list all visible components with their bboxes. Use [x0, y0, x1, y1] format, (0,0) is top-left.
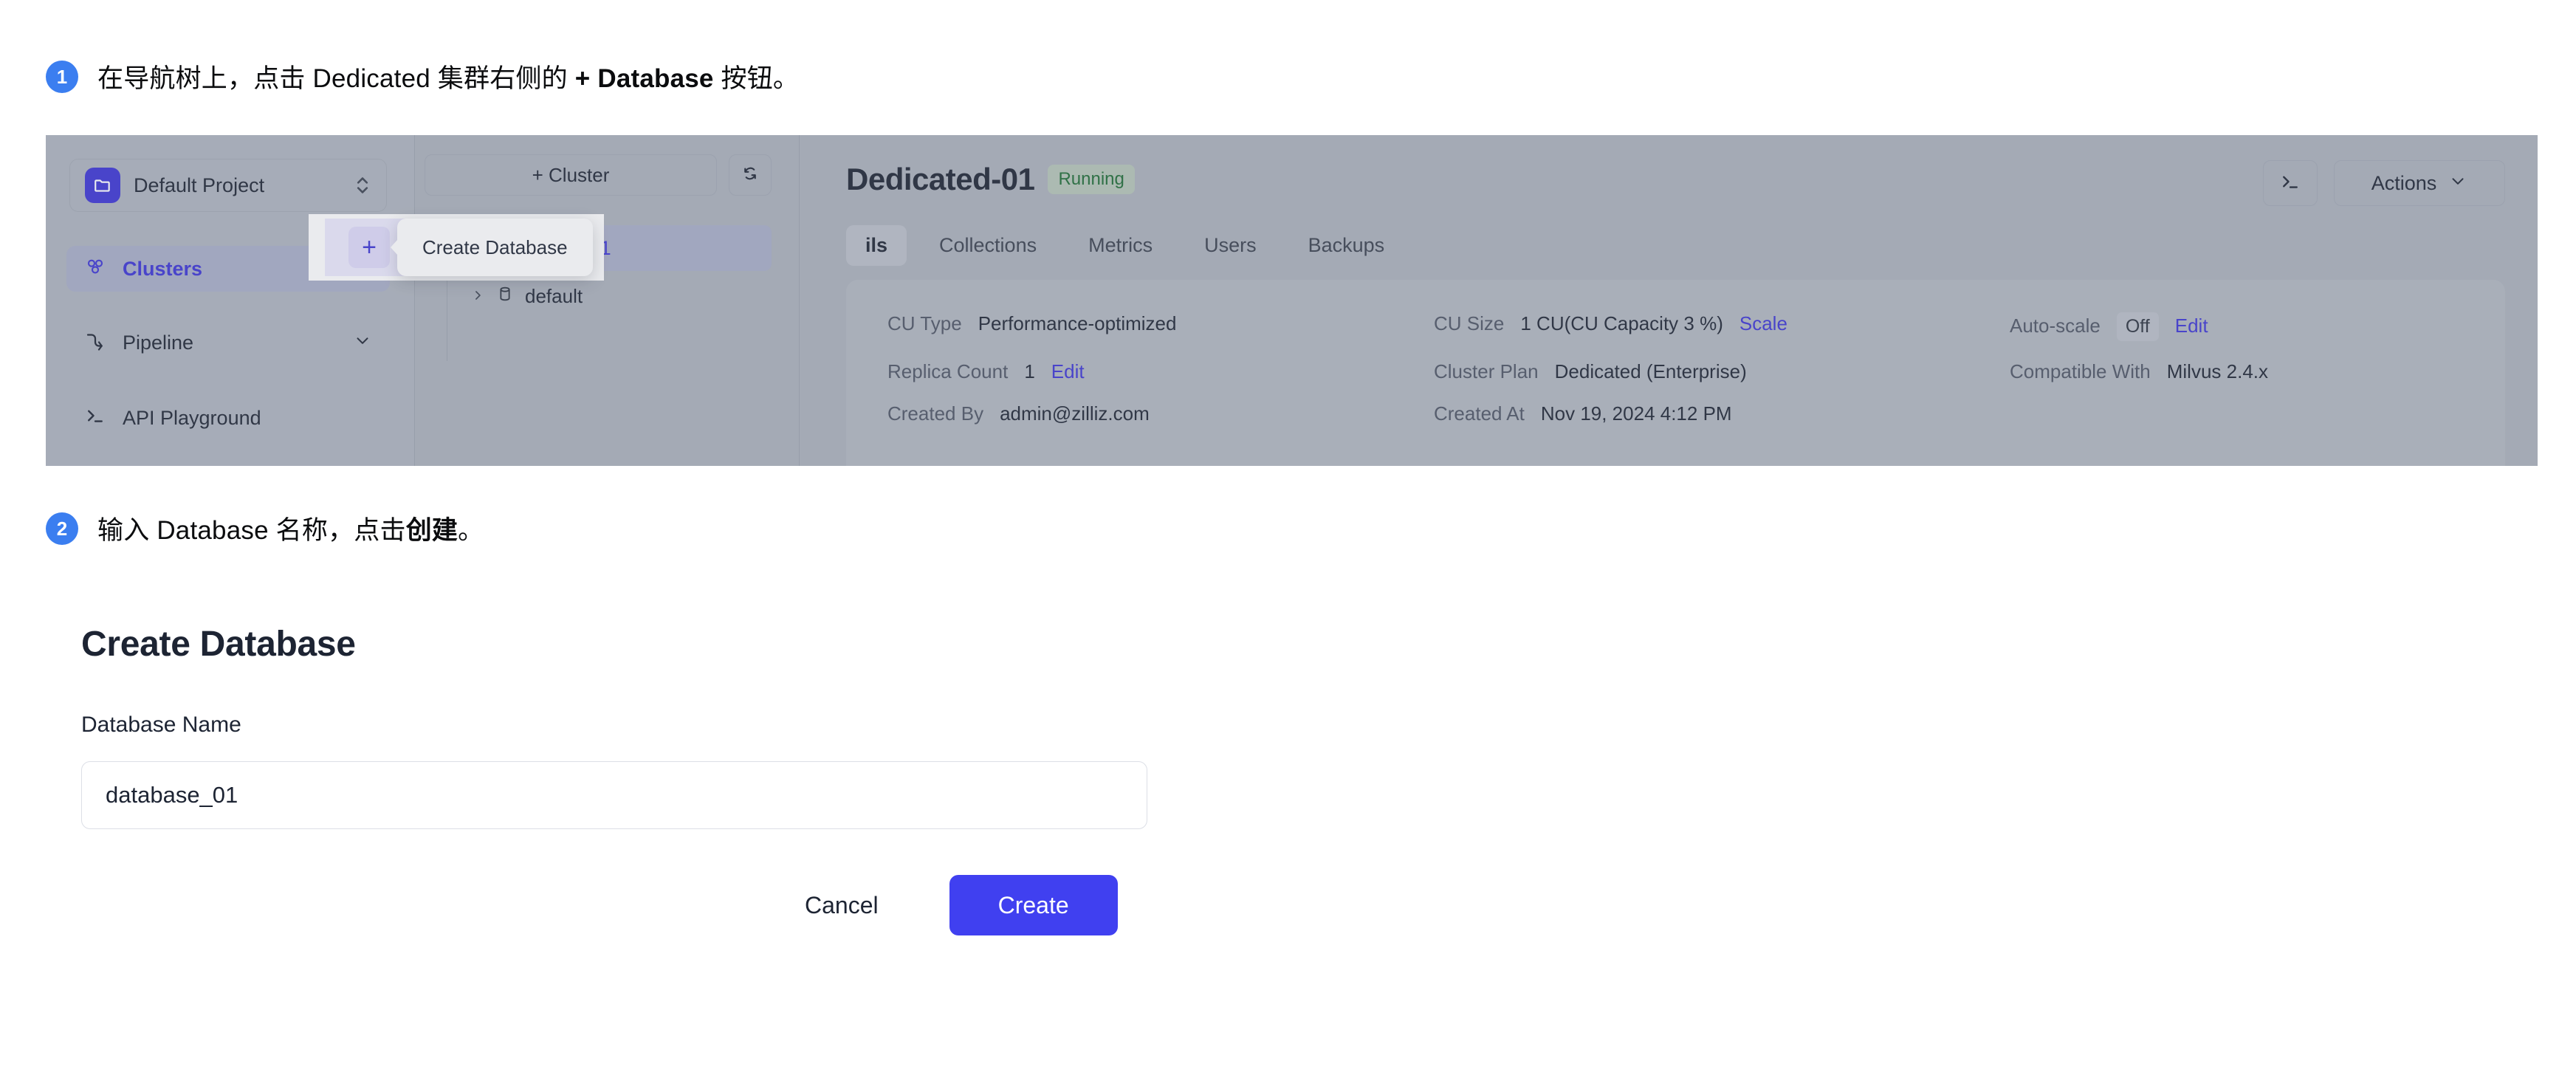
scale-link[interactable]: Scale: [1739, 312, 1787, 335]
cluster-title-row: Dedicated-01 Running: [846, 162, 1135, 197]
detail-value: 1: [1024, 360, 1035, 382]
step-1-text-after: 按钮。: [713, 64, 800, 93]
sidebar-item-label: API Playground: [123, 406, 261, 429]
sidebar-item-pipeline[interactable]: Pipeline: [66, 320, 390, 365]
edit-replica-link[interactable]: Edit: [1051, 360, 1085, 383]
step-1-text: 在导航树上，点击 Dedicated 集群右侧的 + Database 按钮。: [97, 58, 799, 95]
detail-value: Dedicated (Enterprise): [1554, 360, 1747, 382]
database-icon: [495, 284, 515, 309]
cluster-details-card: CU Type Performance-optimized CU Size 1 …: [846, 280, 2505, 466]
step-2-text-after: 。: [458, 516, 484, 545]
detail-value: admin@zilliz.com: [1000, 402, 1150, 425]
terminal-icon: [84, 405, 106, 432]
detail-value: 1 CU(CU Capacity 3 %): [1520, 312, 1723, 334]
detail-key: Compatible With: [2010, 360, 2151, 382]
sidebar: Default Project Clusters Pipeline API Pl…: [46, 135, 415, 466]
header-actions: Actions: [2263, 160, 2505, 206]
folder-icon: [85, 168, 120, 203]
detail-replica-count: Replica Count 1 Edit: [887, 360, 1434, 383]
database-name-label: Database Name: [81, 712, 241, 737]
detail-cu-size: CU Size 1 CU(CU Capacity 3 %) Scale: [1434, 312, 2010, 341]
tab-backups[interactable]: Backups: [1289, 225, 1404, 266]
create-button[interactable]: Create: [949, 875, 1118, 935]
detail-key: CU Type: [887, 312, 962, 334]
step-2-text: 输入 Database 名称，点击创建。: [97, 509, 484, 547]
tab-collections[interactable]: Collections: [920, 225, 1056, 266]
cancel-button[interactable]: Cancel: [805, 892, 879, 919]
step-2-instruction: 2 输入 Database 名称，点击创建。: [0, 509, 484, 547]
refresh-button[interactable]: [729, 154, 772, 196]
edit-auto-scale-link[interactable]: Edit: [2175, 315, 2208, 337]
step-2-text-before: 输入 Database 名称，点击: [97, 516, 406, 545]
refresh-icon: [740, 163, 760, 188]
terminal-button[interactable]: [2263, 160, 2318, 206]
detail-key: Cluster Plan: [1434, 360, 1539, 382]
detail-cu-type: CU Type Performance-optimized: [887, 312, 1434, 341]
terminal-icon: [2279, 171, 2301, 196]
database-name-input[interactable]: [81, 761, 1147, 829]
detail-spacer: [2010, 402, 2476, 425]
detail-value: Nov 19, 2024 4:12 PM: [1540, 402, 1732, 425]
up-down-chevron-icon: [354, 174, 371, 197]
detail-created-at: Created At Nov 19, 2024 4:12 PM: [1434, 402, 2010, 425]
sidebar-item-label: Pipeline: [123, 331, 194, 354]
step-1-instruction: 1 在导航树上，点击 Dedicated 集群右侧的 + Database 按钮…: [0, 58, 799, 95]
tab-metrics[interactable]: Metrics: [1069, 225, 1172, 266]
tab-bar: ils Collections Metrics Users Backups: [846, 225, 1404, 266]
plus-icon: +: [348, 227, 390, 268]
detail-key: Replica Count: [887, 360, 1009, 382]
app-screenshot-capture: Default Project Clusters Pipeline API Pl…: [46, 135, 2538, 466]
step-1-text-bold: + Database: [574, 64, 714, 93]
create-database-tooltip: Create Database: [397, 219, 593, 276]
step-1-text-before: 在导航树上，点击 Dedicated 集群右侧的: [97, 64, 575, 93]
cluster-detail-pane: Dedicated-01 Running Actions ils Collect…: [800, 135, 2538, 466]
actions-button[interactable]: Actions: [2334, 160, 2505, 206]
cluster-tree-panel: + Cluster Dedicated-01: [416, 135, 800, 466]
step-1-badge: 1: [46, 60, 78, 93]
dialog-buttons: Cancel Create: [805, 875, 1118, 935]
chevron-down-icon: [353, 331, 372, 355]
detail-auto-scale: Auto-scale Off Edit: [2010, 312, 2476, 341]
detail-cluster-plan: Cluster Plan Dedicated (Enterprise): [1434, 360, 2010, 383]
cluster-details-grid: CU Type Performance-optimized CU Size 1 …: [887, 312, 2476, 425]
clusters-icon: [84, 255, 106, 283]
detail-key: Created At: [1434, 402, 1525, 425]
detail-created-by: Created By admin@zilliz.com: [887, 402, 1434, 425]
tab-users[interactable]: Users: [1185, 225, 1276, 266]
tree-item-default-database[interactable]: default: [460, 277, 770, 315]
project-switcher[interactable]: Default Project: [69, 159, 387, 212]
tree-item-label: default: [525, 284, 583, 307]
project-name: Default Project: [134, 174, 265, 196]
status-badge: Running: [1048, 165, 1135, 194]
detail-value: Milvus 2.4.x: [2166, 360, 2268, 382]
chevron-right-icon[interactable]: [470, 285, 485, 308]
actions-label: Actions: [2371, 171, 2437, 194]
pipeline-icon: [84, 329, 106, 357]
detail-key: Auto-scale: [2010, 315, 2101, 337]
dialog-title: Create Database: [81, 625, 356, 664]
chevron-down-icon: [2448, 171, 2467, 196]
add-cluster-button[interactable]: + Cluster: [425, 154, 717, 196]
tab-details[interactable]: ils: [846, 225, 907, 266]
step-2-badge: 2: [46, 512, 78, 545]
detail-value: Performance-optimized: [978, 312, 1177, 334]
detail-key: Created By: [887, 402, 984, 425]
auto-scale-state: Off: [2116, 312, 2159, 341]
detail-compatible-with: Compatible With Milvus 2.4.x: [2010, 360, 2476, 383]
sidebar-item-api-playground[interactable]: API Playground: [66, 395, 390, 441]
detail-key: CU Size: [1434, 312, 1505, 334]
page-title: Dedicated-01: [846, 162, 1035, 196]
step-2-text-bold: 创建: [405, 516, 458, 545]
